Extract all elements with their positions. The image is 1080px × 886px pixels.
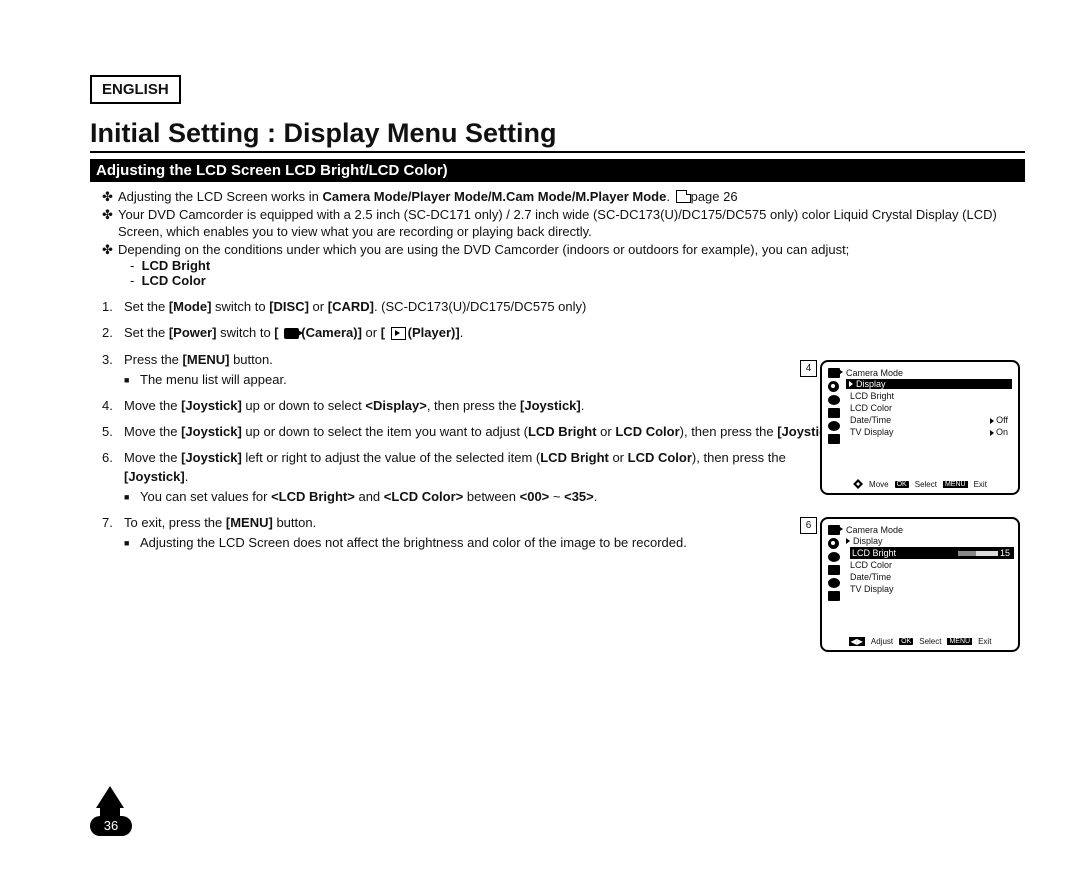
step-badge: 6 [800,517,817,534]
step-3: Press the [MENU] button. ■The menu list … [124,351,844,389]
screen-mode-label: Camera Mode [828,368,1012,378]
clock-icon [828,421,840,431]
menu-item: TV DisplayOn [850,426,1012,438]
square-bullet-icon: ■ [124,488,140,506]
lcd-screenshot-6: 6 Camera Mode Display LCD Bright 15 LCD … [820,517,1025,652]
menu-item-selected: LCD Bright 15 [850,547,1014,559]
sub-item: - LCD Bright [130,258,1025,273]
camera-icon [284,328,299,339]
screen-section-selected: Display [846,379,1012,389]
bullet-2: Your DVD Camcorder is equipped with a 2.… [118,206,1025,241]
screen-mode-label: Camera Mode [828,525,1012,535]
film-icon [828,565,840,575]
step-number: 4. [102,397,124,415]
step-7: To exit, press the [MENU] button. ■Adjus… [124,514,844,552]
ok-key-icon: OK [895,481,909,488]
camera-mode-icon [828,368,840,378]
screen-footer: ◀▶Adjust OKSelect MENUExit [822,637,1018,646]
square-bullet-icon: ■ [124,371,140,389]
tv-icon [828,434,840,444]
film-icon [828,408,840,418]
player-icon [391,327,406,340]
menu-key-icon: MENU [947,638,972,645]
disc-icon [828,538,839,549]
page-ref-icon [676,190,691,203]
bullet-1: Adjusting the LCD Screen works in Camera… [118,188,1025,206]
menu-item: LCD Color [850,402,1012,414]
tv-icon [828,591,840,601]
menu-item: TV Display [850,583,1012,595]
step-number: 7. [102,514,124,532]
screen-section: Display [846,536,1012,546]
bullet-icon: ✤ [102,188,118,206]
step-6: Move the [Joystick] left or right to adj… [124,449,844,506]
adjust-icon: ◀▶ [849,637,865,646]
move-icon [853,479,863,489]
page-corner: 36 [90,786,146,836]
menu-key-icon: MENU [943,481,968,488]
screen-footer: Move OKSelect MENUExit [822,479,1018,489]
bullet-icon: ✤ [102,206,118,224]
square-bullet-icon: ■ [124,534,140,552]
intro-bullets: ✤ Adjusting the LCD Screen works in Came… [102,188,1025,288]
step-1: Set the [Mode] switch to [DISC] or [CARD… [124,298,844,316]
bullet-icon: ✤ [102,241,118,259]
lcd-screenshot-4: 4 Camera Mode Display LCD Bright LCD Col… [820,360,1025,495]
disc-icon [828,381,839,392]
page-number: 36 [90,816,132,836]
clock-icon [828,578,840,588]
step-2: Set the [Power] switch to [ (Camera)] or… [124,324,844,342]
language-label: ENGLISH [90,75,181,104]
menu-item: LCD Bright [850,390,1012,402]
settings-icon [828,395,840,405]
step-number: 3. [102,351,124,369]
menu-item: Date/Time [850,571,1012,583]
step-number: 2. [102,324,124,342]
step-5: Move the [Joystick] up or down to select… [124,423,844,441]
bullet-3: Depending on the conditions under which … [118,241,1025,259]
step-number: 6. [102,449,124,467]
step-number: 1. [102,298,124,316]
step-4: Move the [Joystick] up or down to select… [124,397,844,415]
menu-item: Date/TimeOff [850,414,1012,426]
camera-mode-icon [828,525,840,535]
menu-item: LCD Color [850,559,1012,571]
sub-item: - LCD Color [130,273,1025,288]
step-number: 5. [102,423,124,441]
settings-icon [828,552,840,562]
section-bar: Adjusting the LCD Screen LCD Bright/LCD … [90,159,1025,182]
step-badge: 4 [800,360,817,377]
page-title: Initial Setting : Display Menu Setting [90,118,1025,153]
ok-key-icon: OK [899,638,913,645]
